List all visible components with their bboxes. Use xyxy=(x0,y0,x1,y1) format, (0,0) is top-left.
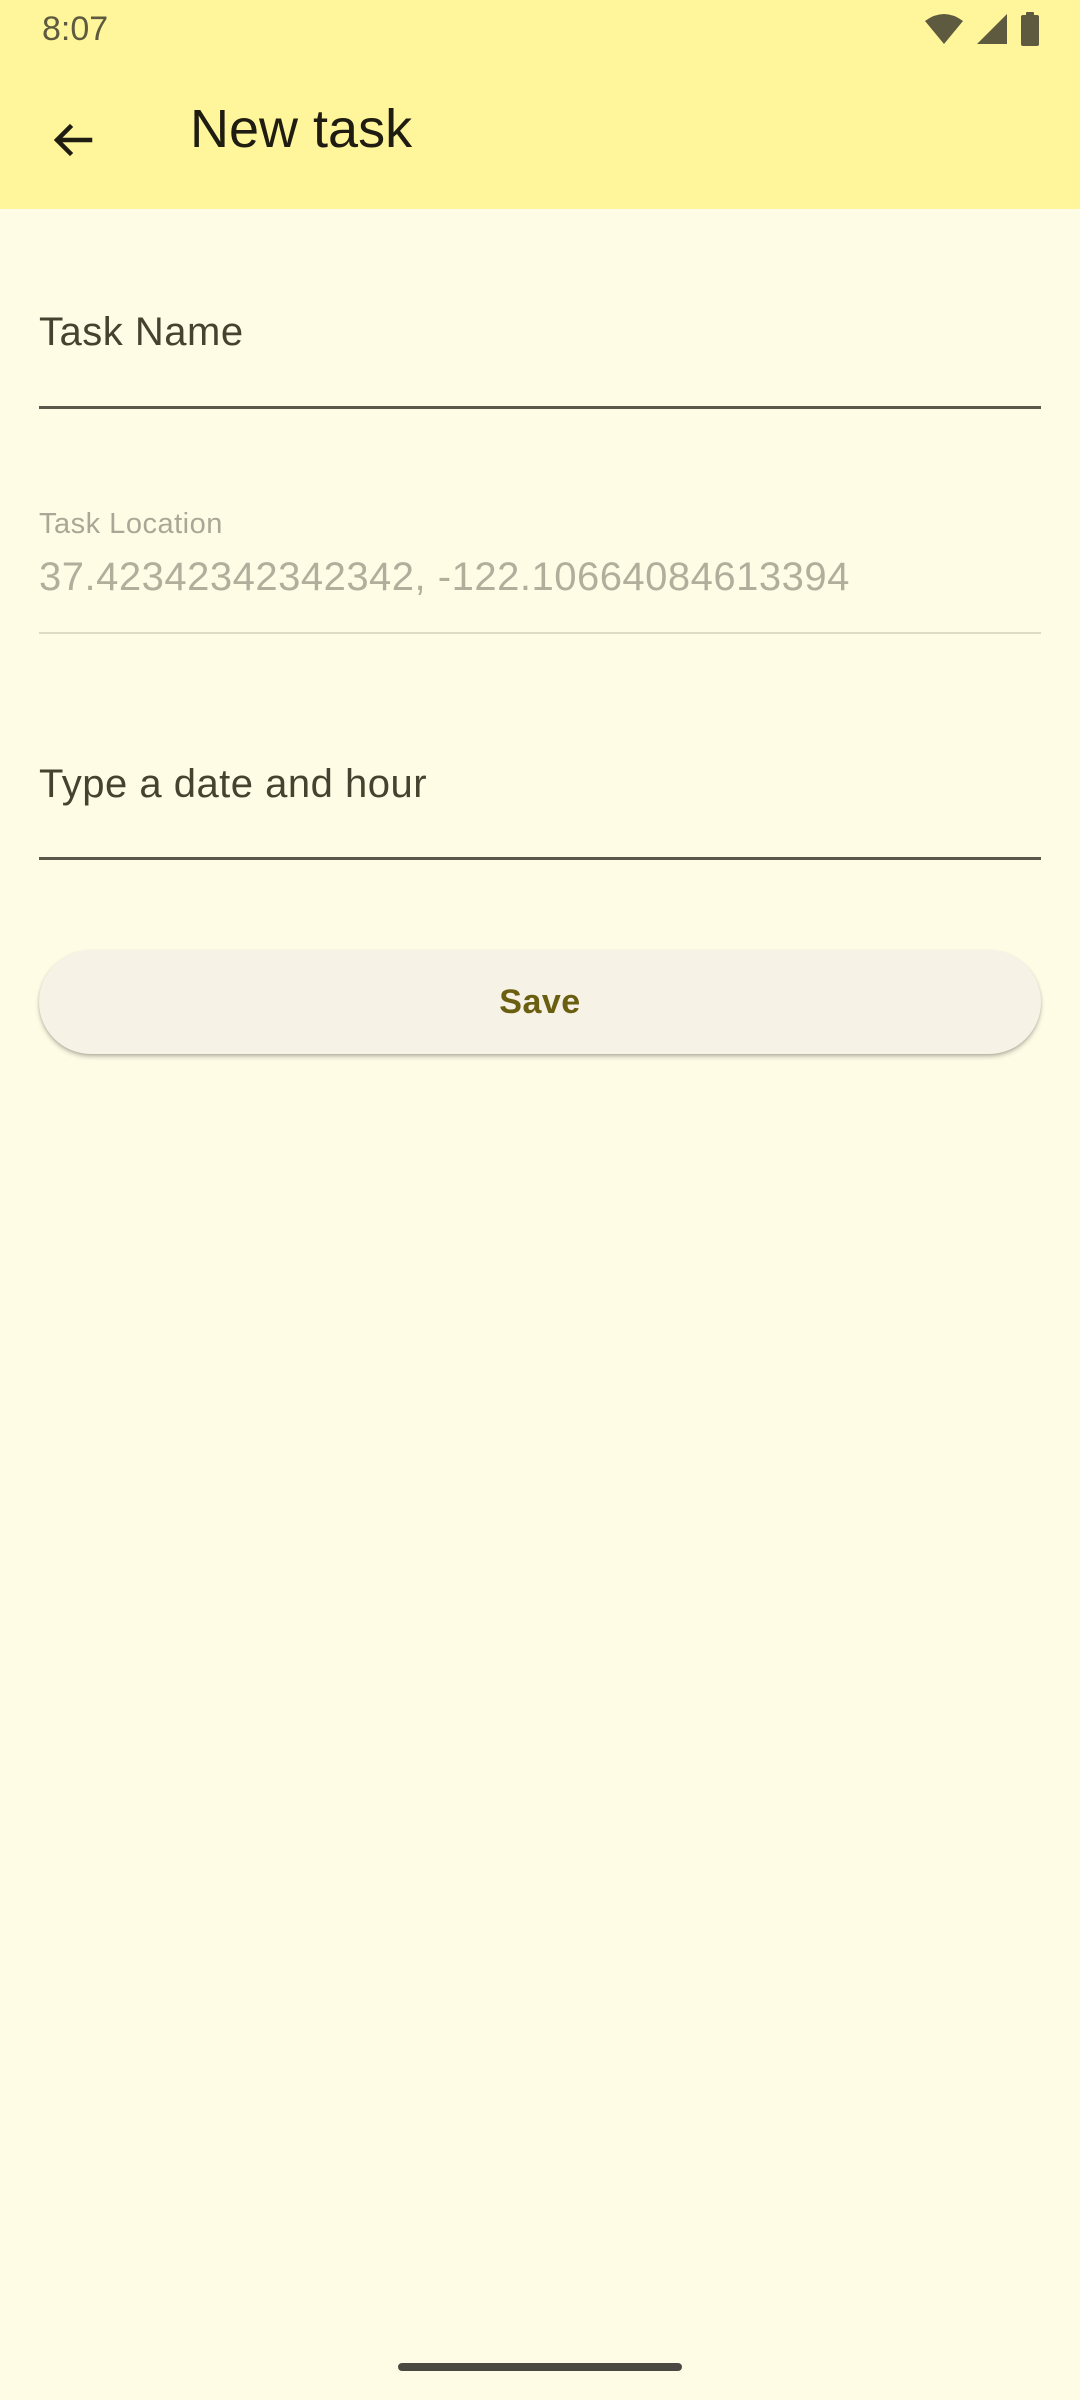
status-icons xyxy=(924,12,1040,46)
save-button[interactable]: Save xyxy=(39,950,1041,1054)
page-title: New task xyxy=(190,99,413,159)
task-location-value: 37.42342342342342, -122.10664084613394 xyxy=(39,555,850,599)
date-hour-label: Type a date and hour xyxy=(39,762,428,806)
app-bar: 8:07 New task xyxy=(0,0,1080,209)
date-hour-underline xyxy=(39,857,1041,860)
home-indicator[interactable] xyxy=(398,2363,682,2371)
wifi-icon xyxy=(924,13,964,45)
status-time: 8:07 xyxy=(42,10,109,48)
arrow-back-icon xyxy=(48,116,96,169)
task-name-field[interactable]: Task Name xyxy=(39,290,1041,410)
toolbar: New task xyxy=(0,62,1080,209)
signal-icon xyxy=(976,13,1008,45)
task-location-label: Task Location xyxy=(39,508,223,540)
task-location-underline xyxy=(39,632,1041,634)
task-name-label: Task Name xyxy=(39,310,244,354)
back-button[interactable] xyxy=(30,100,114,184)
task-location-field: Task Location 37.42342342342342, -122.10… xyxy=(39,500,1041,635)
task-name-underline xyxy=(39,406,1041,409)
battery-icon xyxy=(1020,12,1040,46)
status-bar: 8:07 xyxy=(0,0,1080,62)
date-hour-field[interactable]: Type a date and hour xyxy=(39,742,1041,862)
